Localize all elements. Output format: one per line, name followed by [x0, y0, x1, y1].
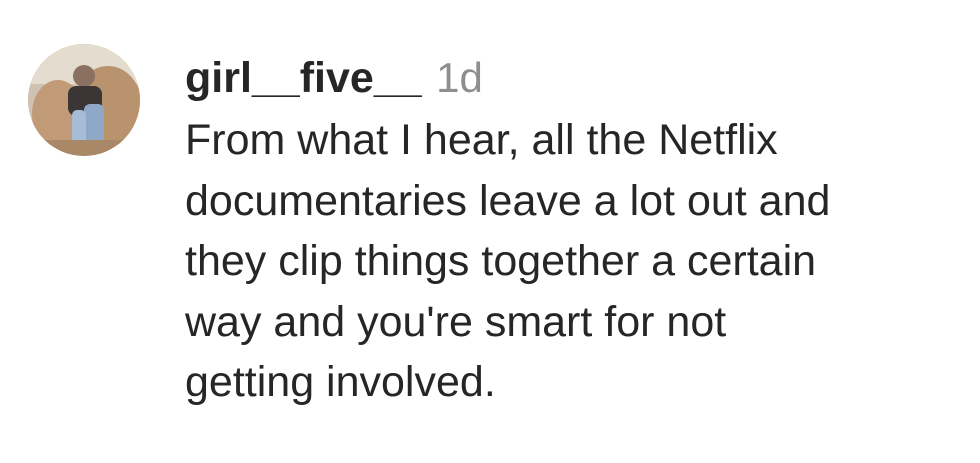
comment-text: From what I hear, all the Netflix docume…	[185, 110, 965, 413]
username-link[interactable]: girl__five__	[185, 54, 422, 102]
comment-header: girl__five__ 1d	[185, 50, 965, 106]
avatar-photo	[28, 44, 140, 156]
timestamp[interactable]: 1d	[436, 54, 483, 101]
comment-text-line: they clip things together a certain	[185, 237, 817, 285]
comment-text-line: From what I hear, all the Netflix	[185, 116, 778, 164]
comment-text-line: documentaries leave a lot out and	[185, 176, 831, 225]
avatar[interactable]	[28, 44, 140, 156]
comment-item: girl__five__ 1d From what I hear, all th…	[0, 0, 980, 463]
comment-body: girl__five__ 1d From what I hear, all th…	[185, 50, 965, 413]
comment-text-line: way and you're smart for not	[185, 297, 727, 346]
comment-text-line: getting involved.	[185, 358, 496, 406]
